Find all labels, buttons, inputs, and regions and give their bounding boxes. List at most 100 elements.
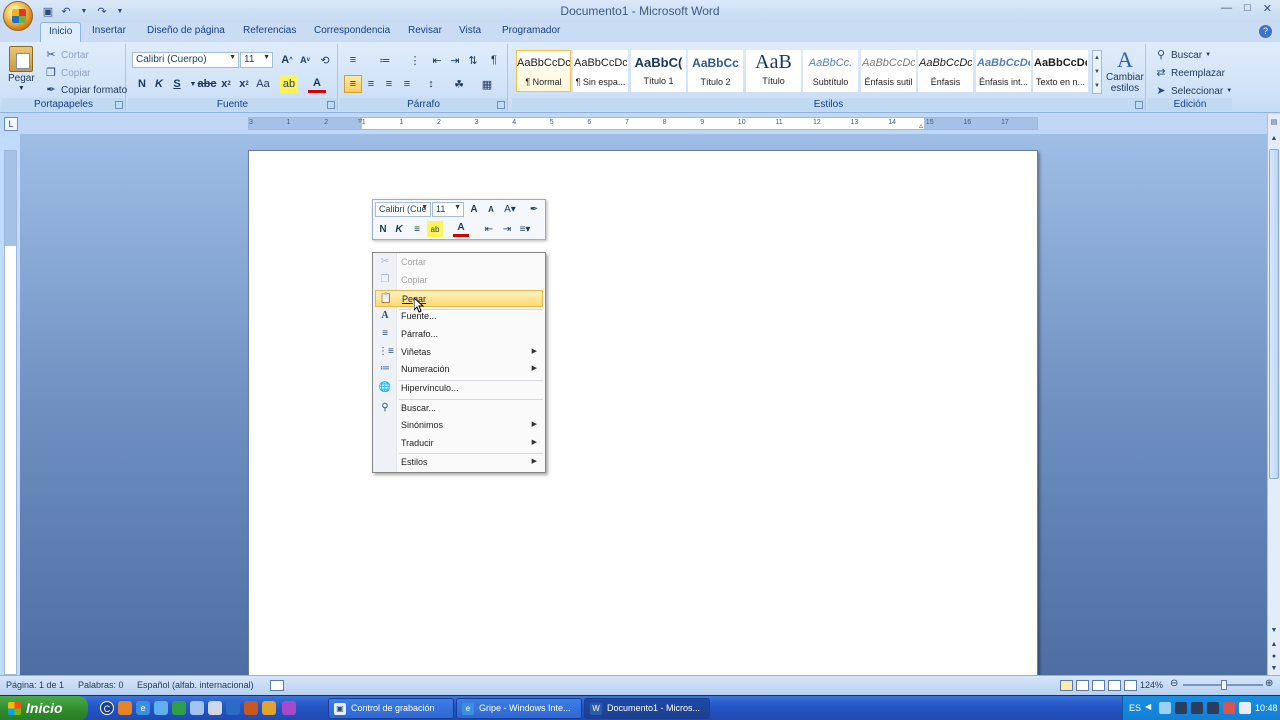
app-icon[interactable] bbox=[282, 701, 296, 715]
shading-icon[interactable]: ☘ bbox=[450, 75, 468, 93]
tab-revisar[interactable]: Revisar bbox=[408, 25, 442, 36]
tray-icon[interactable] bbox=[1191, 702, 1203, 714]
maximize-icon[interactable]: □ bbox=[1244, 2, 1251, 15]
dialog-launcher-icon[interactable] bbox=[497, 101, 505, 109]
app-icon[interactable] bbox=[244, 701, 258, 715]
firefox-icon[interactable] bbox=[118, 701, 132, 715]
menu-item-cortar[interactable]: ✂ Cortar bbox=[375, 254, 543, 271]
menu-item-numeracion[interactable]: ≔ Numeración ▶ bbox=[375, 361, 543, 378]
browse-object-icon[interactable]: ● bbox=[1269, 652, 1279, 662]
sort-icon[interactable]: ⇅ bbox=[464, 51, 482, 69]
mini-shrink-font-icon[interactable]: A bbox=[483, 201, 499, 217]
mini-font-size-combo[interactable]: 11 ▼ bbox=[432, 202, 464, 217]
status-language[interactable]: Español (alfab. internacional) bbox=[137, 680, 254, 690]
dialog-launcher-icon[interactable] bbox=[327, 101, 335, 109]
volume-icon[interactable] bbox=[1239, 702, 1251, 714]
change-styles-button[interactable]: A Cambiar estilos bbox=[1106, 48, 1144, 95]
cut-button[interactable]: ✂ Cortar bbox=[44, 48, 88, 62]
task-documento1-word[interactable]: W Documento1 - Micros... bbox=[584, 698, 710, 719]
mini-styles-icon[interactable]: A▾ bbox=[502, 201, 518, 217]
mini-italic-icon[interactable]: K bbox=[391, 221, 407, 237]
app-icon[interactable] bbox=[208, 701, 222, 715]
document-page[interactable] bbox=[248, 150, 1038, 680]
zoom-level[interactable]: 124% bbox=[1140, 680, 1163, 690]
tray-icon[interactable] bbox=[1159, 702, 1171, 714]
scroll-thumb[interactable] bbox=[1269, 149, 1279, 479]
style-titulo[interactable]: AaB Título bbox=[746, 50, 801, 92]
pilcrow-icon[interactable]: ¶ bbox=[485, 51, 503, 69]
app-icon[interactable] bbox=[172, 701, 186, 715]
mini-font-name-combo[interactable]: Calibri (Cue ▼ bbox=[375, 202, 431, 217]
scroll-up-icon[interactable]: ▲ bbox=[1269, 134, 1279, 144]
strikethrough-icon[interactable]: abc bbox=[198, 75, 217, 93]
clock[interactable]: 10:48 bbox=[1255, 703, 1278, 713]
style-sin-espaciado[interactable]: AaBbCcDc ¶ Sin espa... bbox=[573, 50, 628, 92]
dialog-launcher-icon[interactable] bbox=[115, 101, 123, 109]
bold-icon[interactable]: N bbox=[133, 75, 151, 93]
mini-decrease-indent-icon[interactable]: ⇤ bbox=[481, 221, 497, 237]
task-gripe-ie[interactable]: e Gripe - Windows Inte... bbox=[456, 698, 582, 719]
close-icon[interactable]: ✕ bbox=[1263, 2, 1272, 15]
right-indent-marker-icon[interactable]: ▵ bbox=[919, 121, 923, 130]
change-case-icon[interactable]: Aa bbox=[254, 75, 272, 93]
horizontal-ruler[interactable]: 3 1 2 1 1 2 3 4 5 6 7 8 9 10 11 12 13 14 15 16 17 ▿ ▵ bbox=[248, 116, 1038, 130]
style-enfasis[interactable]: AaBbCcDc Énfasis bbox=[918, 50, 973, 92]
help-icon[interactable]: ? bbox=[1259, 25, 1272, 38]
mini-font-color-icon[interactable]: A bbox=[453, 221, 469, 237]
highlight-icon[interactable]: ab bbox=[280, 75, 298, 93]
style-enfasis-sutil[interactable]: AaBbCcDc Énfasis sutil bbox=[861, 50, 916, 92]
bullets-icon[interactable]: ≡ bbox=[344, 51, 362, 69]
align-center-icon[interactable]: ≡ bbox=[362, 75, 380, 93]
app-icon[interactable] bbox=[190, 701, 204, 715]
clear-format-icon[interactable]: ⟲ bbox=[316, 51, 334, 69]
menu-item-vinetas[interactable]: ⋮≡ Viñetas ▶ bbox=[375, 344, 543, 361]
ie-icon[interactable]: e bbox=[136, 701, 150, 715]
tab-diseno[interactable]: Diseño de página bbox=[147, 25, 225, 36]
vertical-scrollbar[interactable]: ▤ ▲ ▼ ▲ ● ▼ bbox=[1267, 114, 1280, 675]
tab-insertar[interactable]: Insertar bbox=[92, 25, 126, 36]
menu-item-estilos[interactable]: Estilos ▶ bbox=[375, 454, 543, 471]
increase-indent-icon[interactable]: ⇥ bbox=[446, 51, 464, 69]
grow-font-icon[interactable]: A ^ bbox=[278, 51, 296, 69]
italic-icon[interactable]: K bbox=[150, 75, 168, 93]
mini-center-icon[interactable]: ≡ bbox=[409, 221, 425, 237]
font-size-combo[interactable]: 11 ▼ bbox=[240, 52, 273, 68]
paste-button[interactable]: Pegar ▼ bbox=[8, 46, 35, 92]
scroll-down-icon[interactable]: ▼ bbox=[1269, 626, 1279, 636]
style-titulo-2[interactable]: AaBbCc Título 2 bbox=[688, 50, 743, 92]
superscript-icon[interactable]: x2 bbox=[235, 75, 253, 93]
font-color-icon[interactable]: A bbox=[308, 75, 326, 93]
macro-record-icon[interactable] bbox=[270, 680, 284, 691]
justify-icon[interactable]: ≡ bbox=[398, 75, 416, 93]
menu-item-sinonimos[interactable]: Sinónimos ▶ bbox=[375, 417, 543, 434]
menu-item-copiar[interactable]: ❐ Copiar bbox=[375, 272, 543, 289]
line-spacing-icon[interactable]: ↕ bbox=[422, 75, 440, 93]
style-titulo-1[interactable]: AaBbC(Título 1 bbox=[631, 50, 686, 92]
print-layout-icon[interactable] bbox=[1060, 680, 1073, 691]
font-name-combo[interactable]: Calibri (Cuerpo) ▼ bbox=[132, 52, 239, 68]
borders-icon[interactable]: ▦ bbox=[478, 75, 496, 93]
tab-inicio[interactable]: Inicio bbox=[40, 22, 82, 42]
status-page[interactable]: Página: 1 de 1 bbox=[6, 680, 64, 690]
app-icon[interactable] bbox=[262, 701, 276, 715]
mini-bullets-icon[interactable]: ≡▾ bbox=[517, 221, 533, 237]
tray-chevron-icon[interactable]: ◀ bbox=[1145, 702, 1151, 711]
style-enfasis-intenso[interactable]: AaBbCcDc Énfasis int... bbox=[976, 50, 1031, 92]
mini-grow-font-icon[interactable]: A bbox=[466, 201, 482, 217]
select-button[interactable]: ➤ Seleccionar ▼ bbox=[1154, 84, 1232, 98]
menu-item-parrafo[interactable]: ≡ Párrafo... bbox=[375, 326, 543, 343]
outline-icon[interactable] bbox=[1108, 680, 1121, 691]
align-left-icon[interactable]: ≡ bbox=[344, 75, 362, 93]
zoom-out-icon[interactable]: ⊖ bbox=[1170, 678, 1178, 689]
mini-bold-icon[interactable]: N bbox=[375, 221, 391, 237]
tab-selector-icon[interactable]: L bbox=[4, 117, 18, 131]
mini-increase-indent-icon[interactable]: ⇥ bbox=[499, 221, 515, 237]
multilevel-list-icon[interactable]: ⋮ bbox=[406, 51, 424, 69]
tray-icon[interactable] bbox=[1223, 702, 1235, 714]
desktop-icon[interactable] bbox=[154, 701, 168, 715]
next-page-icon[interactable]: ▼ bbox=[1269, 664, 1279, 674]
ruler-toggle-icon[interactable]: ▤ bbox=[1269, 118, 1279, 128]
tab-programador[interactable]: Programador bbox=[502, 25, 560, 36]
draft-icon[interactable] bbox=[1124, 680, 1137, 691]
tray-icon[interactable] bbox=[1175, 702, 1187, 714]
